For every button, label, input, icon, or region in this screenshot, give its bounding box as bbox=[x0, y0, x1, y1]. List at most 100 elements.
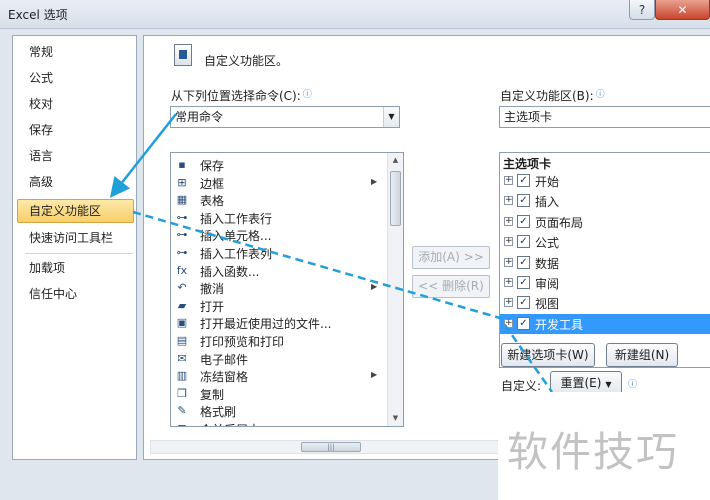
tab-checkbox[interactable]: ✓ bbox=[517, 214, 530, 228]
command-label: 打开 bbox=[200, 299, 225, 314]
tab-checkbox[interactable]: ✓ bbox=[517, 276, 530, 289]
print-preview-icon: ▤ bbox=[176, 334, 188, 347]
command-item[interactable]: ▰ 打开 bbox=[173, 297, 383, 315]
nav-item-quick-access-toolbar[interactable]: 快速访问工具栏 bbox=[17, 226, 134, 250]
scroll-up-icon[interactable]: ▲ bbox=[388, 153, 403, 168]
command-label: 插入单元格... bbox=[200, 229, 272, 244]
ribbon-tab-item[interactable]: + ✓ 数据 bbox=[500, 253, 710, 273]
command-label: 撤消 bbox=[200, 282, 225, 297]
nav-item-general[interactable]: 常规 bbox=[17, 40, 134, 64]
nav-item-formulas[interactable]: 公式 bbox=[17, 66, 134, 90]
new-tab-button[interactable]: 新建选项卡(W) bbox=[501, 343, 595, 367]
ribbon-tab-item[interactable]: + ✓ 插入 bbox=[500, 191, 710, 211]
command-label: 表格 bbox=[200, 194, 225, 209]
tab-checkbox[interactable]: ✓ bbox=[517, 255, 530, 269]
command-item[interactable]: ▦ 表格 bbox=[173, 191, 383, 209]
help-button[interactable]: ? bbox=[629, 0, 655, 20]
choose-commands-dropdown[interactable]: 常用命令 ▼ bbox=[170, 106, 400, 128]
nav-item-language[interactable]: 语言 bbox=[17, 144, 134, 168]
title-bar: Excel 选项 ? ✕ bbox=[0, 0, 710, 29]
chevron-down-icon: ▼ bbox=[605, 380, 612, 389]
commands-list[interactable]: ▪ 保存 ⊞ 边框 ▶ ▦ 表格 ⊶ 插入工作表行 ⊶ 插入单元格... ⊶ 插入工作表列 fx 插入函数.… bbox=[170, 152, 404, 427]
tab-checkbox[interactable]: ✓ bbox=[517, 194, 530, 208]
undo-icon: ↶ bbox=[177, 281, 187, 295]
command-item[interactable]: ↶ 撤消 ▶ bbox=[173, 279, 383, 297]
command-item[interactable]: ⊟ 合并后居中 bbox=[173, 420, 383, 426]
command-item[interactable]: ✎ 格式刷 bbox=[173, 402, 383, 420]
ribbon-tab-item[interactable]: + ✓ 审阅 bbox=[500, 273, 710, 293]
ribbon-tabs-tree[interactable]: 主选项卡 + ✓ 开始 + ✓ 插入 + ✓ 页面布局 + ✓ 公式 + ✓ 数据 + ✓ 审阅 + ✓ 视图 + ✓ 开发工… bbox=[499, 152, 710, 368]
page-title: 自定义功能区。 bbox=[204, 54, 289, 68]
expand-icon[interactable]: + bbox=[504, 298, 513, 308]
watermark-text: 软件技巧 bbox=[507, 428, 679, 476]
command-item[interactable]: ✉ 电子邮件 bbox=[173, 350, 383, 368]
command-item[interactable]: ▤ 打印预览和打印 bbox=[173, 332, 383, 350]
window-title: Excel 选项 bbox=[8, 8, 68, 22]
expand-icon[interactable]: + bbox=[504, 216, 513, 226]
table-icon: ▦ bbox=[176, 193, 188, 207]
nav-item-proofing[interactable]: 校对 bbox=[17, 92, 134, 116]
ribbon-tab-label: 数据 bbox=[535, 256, 560, 271]
command-label: 打开最近使用过的文件... bbox=[200, 317, 332, 332]
command-item[interactable]: ⊶ 插入工作表行 bbox=[173, 209, 383, 227]
save-icon: ▪ bbox=[178, 158, 186, 171]
ribbon-tab-label: 开发工具 bbox=[535, 317, 584, 332]
tab-checkbox[interactable]: ✓ bbox=[517, 235, 530, 249]
customize-ribbon-dropdown[interactable]: 主选项卡 bbox=[499, 106, 710, 128]
options-nav: 常规 公式 校对 保存 语言 高级 自定义功能区 快速访问工具栏 加载项 信任中… bbox=[12, 35, 137, 460]
command-label: 打印预览和打印 bbox=[200, 335, 285, 349]
nav-item-customize-ribbon[interactable]: 自定义功能区 bbox=[17, 199, 134, 223]
ribbon-tab-label: 开始 bbox=[535, 175, 560, 189]
expand-icon[interactable]: + bbox=[504, 278, 513, 287]
expand-icon[interactable]: + bbox=[504, 196, 513, 206]
expand-icon[interactable]: + bbox=[504, 318, 513, 328]
function-icon: fx bbox=[176, 263, 188, 277]
ribbon-tab-item[interactable]: + ✓ 页面布局 bbox=[500, 212, 710, 232]
scroll-down-icon[interactable]: ▼ bbox=[388, 411, 403, 426]
nav-item-save[interactable]: 保存 bbox=[17, 118, 134, 142]
command-item[interactable]: ⊶ 插入工作表列 bbox=[173, 244, 383, 262]
tab-checkbox[interactable]: ✓ bbox=[517, 174, 530, 187]
nav-item-advanced[interactable]: 高级 bbox=[17, 170, 134, 194]
expand-icon[interactable]: + bbox=[504, 257, 513, 267]
nav-item-add-ins[interactable]: 加载项 bbox=[17, 256, 134, 280]
command-item[interactable]: ▥ 冻结窗格 ▶ bbox=[173, 367, 383, 385]
help-icon: ? bbox=[638, 2, 646, 17]
merge-center-icon: ⊟ bbox=[175, 422, 189, 426]
scroll-thumb[interactable]: ||| bbox=[301, 442, 361, 452]
submenu-arrow-icon: ▶ bbox=[371, 176, 378, 186]
nav-item-trust-center[interactable]: 信任中心 bbox=[17, 282, 134, 306]
tab-checkbox[interactable]: ✓ bbox=[517, 296, 530, 310]
command-item[interactable]: ❐ 复制 bbox=[173, 385, 383, 403]
close-icon: ✕ bbox=[677, 2, 688, 17]
submenu-arrow-icon: ▶ bbox=[371, 282, 378, 292]
scroll-thumb[interactable] bbox=[390, 171, 401, 226]
new-group-button[interactable]: 新建组(N) bbox=[606, 343, 678, 367]
ribbon-tab-item[interactable]: + ✓ 开发工具 bbox=[500, 313, 710, 335]
tab-checkbox[interactable]: ✓ bbox=[517, 316, 530, 330]
command-label: 电子邮件 bbox=[200, 352, 249, 367]
add-button[interactable]: 添加(A) >> bbox=[412, 246, 490, 269]
commands-scrollbar[interactable]: ▲ ▼ bbox=[387, 153, 403, 426]
command-label: 冻结窗格 bbox=[200, 370, 249, 385]
ribbon-tab-item[interactable]: + ✓ 公式 bbox=[500, 232, 710, 252]
choose-commands-value: 常用命令 bbox=[175, 110, 224, 124]
close-button[interactable]: ✕ bbox=[655, 0, 710, 20]
chevron-down-icon[interactable]: ▼ bbox=[383, 107, 399, 127]
command-item[interactable]: ▪ 保存 bbox=[173, 156, 383, 174]
freeze-panes-icon: ▥ bbox=[176, 369, 188, 383]
command-item[interactable]: fx 插入函数... bbox=[173, 262, 383, 280]
expand-icon[interactable]: + bbox=[504, 176, 513, 185]
insert-cells-icon: ⊶ bbox=[176, 228, 188, 242]
open-folder-icon: ▰ bbox=[177, 298, 187, 312]
command-item[interactable]: ▣ 打开最近使用过的文件... bbox=[173, 314, 383, 332]
ribbon-tab-item[interactable]: + ✓ 视图 bbox=[500, 293, 710, 313]
nav-divider bbox=[25, 253, 133, 254]
horizontal-scrollbar[interactable]: ||| bbox=[150, 440, 500, 454]
recent-files-icon: ▣ bbox=[176, 316, 188, 330]
expand-icon[interactable]: + bbox=[504, 237, 513, 247]
command-item[interactable]: ⊞ 边框 ▶ bbox=[173, 174, 383, 192]
command-item[interactable]: ⊶ 插入单元格... bbox=[173, 226, 383, 244]
remove-button[interactable]: << 删除(R) bbox=[412, 275, 490, 298]
ribbon-tab-item[interactable]: + ✓ 开始 bbox=[500, 171, 710, 191]
